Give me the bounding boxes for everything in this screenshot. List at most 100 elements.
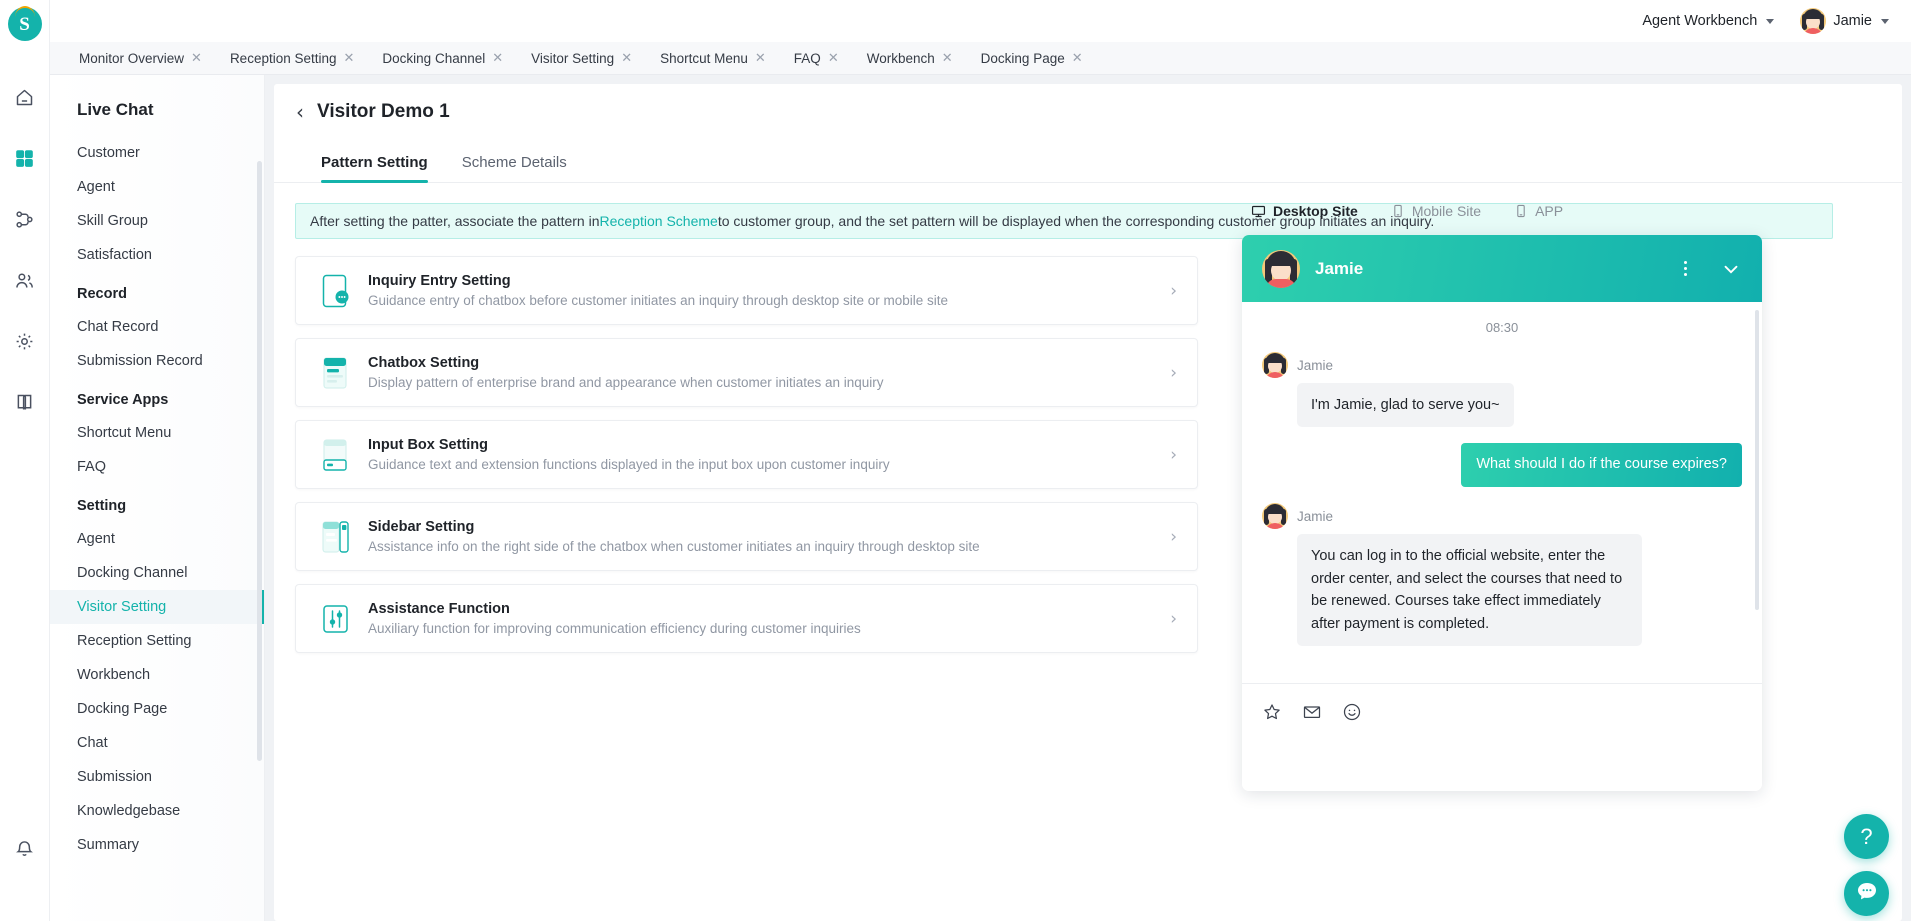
setting-card-assistance-function[interactable]: Assistance Function Auxiliary function fo… xyxy=(295,584,1198,653)
sidebar-item-faq[interactable]: FAQ xyxy=(50,450,264,484)
sidebar-item-customer[interactable]: Customer xyxy=(50,136,264,170)
settings-column: After setting the patter, associate the … xyxy=(274,183,1833,791)
workspace-tab[interactable]: Docking Page ✕ xyxy=(967,42,1097,75)
sidebar-item-shortcut-menu[interactable]: Shortcut Menu xyxy=(50,416,264,450)
sidebar-item-label: Chat Record xyxy=(77,319,159,335)
sidebar-item-workbench[interactable]: Workbench xyxy=(50,658,264,692)
page-title: Visitor Demo 1 xyxy=(317,101,450,122)
sidebar-item-agent[interactable]: Agent xyxy=(50,170,264,204)
setting-card-chatbox-setting[interactable]: Chatbox Setting Display pattern of enterp… xyxy=(295,338,1198,407)
workspace-tab[interactable]: Monitor Overview ✕ xyxy=(65,42,216,75)
emoji-icon[interactable] xyxy=(1342,702,1362,722)
workspace-switcher[interactable]: Agent Workbench xyxy=(1642,13,1775,29)
mobile-icon xyxy=(1391,204,1405,218)
close-icon[interactable]: ✕ xyxy=(942,52,953,65)
user-name: Jamie xyxy=(1833,13,1872,29)
chat-scrollbar[interactable] xyxy=(1755,310,1759,610)
sidebar-item-knowledgebase[interactable]: Knowledgebase xyxy=(50,794,264,828)
close-icon[interactable]: ✕ xyxy=(191,52,202,65)
workspace-tab-label: Docking Page xyxy=(980,50,1065,66)
close-icon[interactable]: ✕ xyxy=(344,52,355,65)
tab-scheme-details[interactable]: Scheme Details xyxy=(462,154,567,182)
reception-scheme-link[interactable]: Reception Scheme xyxy=(600,213,718,229)
chat-message-incoming: Jamie I'm Jamie, glad to serve you~ xyxy=(1262,352,1742,428)
sidebar-item-visitor-setting[interactable]: Visitor Setting xyxy=(50,590,264,624)
preview-tab-label: Desktop Site xyxy=(1273,203,1358,219)
chat-message-meta: Jamie xyxy=(1262,352,1742,378)
setting-card-title: Sidebar Setting xyxy=(368,519,475,535)
close-icon[interactable]: ✕ xyxy=(492,52,503,65)
chat-bubble-incoming: You can log in to the official website, … xyxy=(1297,534,1642,647)
apps-grid-icon[interactable] xyxy=(0,128,50,189)
collapse-chevron-icon[interactable] xyxy=(1712,258,1742,280)
sidebar-item-submission[interactable]: Submission xyxy=(50,760,264,794)
sidebar-item-label: Shortcut Menu xyxy=(77,425,172,441)
close-icon[interactable]: ✕ xyxy=(621,52,632,65)
chevron-right-icon[interactable]: › xyxy=(1170,527,1177,547)
chat-bubble-icon xyxy=(1855,879,1879,908)
setting-card-text: Inquiry Entry Setting Guidance entry of c… xyxy=(354,273,1170,308)
close-icon[interactable]: ✕ xyxy=(755,52,766,65)
user-menu[interactable]: Jamie xyxy=(1800,8,1889,34)
app-logo[interactable]: S xyxy=(7,6,42,41)
sidebar-item-label: Summary xyxy=(77,837,140,853)
sidebar-item-docking-channel[interactable]: Docking Channel xyxy=(50,556,264,590)
chevron-right-icon[interactable]: › xyxy=(1170,363,1177,383)
sliders-icon xyxy=(318,602,354,636)
chat-fab-button[interactable] xyxy=(1844,871,1889,916)
setting-card-description: Display pattern of enterprise brand and … xyxy=(368,375,884,390)
avatar xyxy=(1262,249,1300,288)
chevron-right-icon[interactable]: › xyxy=(1170,445,1177,465)
setting-card-sidebar-setting[interactable]: Sidebar Setting Assistance info on the ri… xyxy=(295,502,1198,571)
gear-icon[interactable] xyxy=(0,311,50,372)
workspace-tab[interactable]: Visitor Setting ✕ xyxy=(517,42,646,75)
sidebar-item-summary[interactable]: Summary xyxy=(50,828,264,862)
chat-input-area[interactable] xyxy=(1242,683,1762,791)
workspace-tab-label: Monitor Overview xyxy=(79,50,185,66)
workspace-tab[interactable]: Shortcut Menu ✕ xyxy=(646,42,780,75)
workspace-tab[interactable]: Docking Channel ✕ xyxy=(368,42,517,75)
tab-pattern-setting[interactable]: Pattern Setting xyxy=(321,154,428,183)
sidebar-item-docking-page[interactable]: Docking Page xyxy=(50,692,264,726)
preview-tab-desktop-site[interactable]: Desktop Site xyxy=(1251,203,1358,219)
sidebar-item-submission-record[interactable]: Submission Record xyxy=(50,344,264,378)
chevron-right-icon[interactable]: › xyxy=(1170,609,1177,629)
chat-widget-header: Jamie xyxy=(1242,235,1762,302)
workspace-tab[interactable]: Reception Setting ✕ xyxy=(216,42,368,75)
setting-card-input-box-setting[interactable]: Input Box Setting Guidance text and exten… xyxy=(295,420,1198,489)
setting-card-list: Inquiry Entry Setting Guidance entry of c… xyxy=(295,256,1198,653)
app-logo-letter: S xyxy=(19,13,30,35)
workspace-tab[interactable]: FAQ ✕ xyxy=(780,42,853,75)
preview-tab-app[interactable]: APP xyxy=(1514,203,1563,219)
sidebar-item-satisfaction[interactable]: Satisfaction xyxy=(50,238,264,272)
contacts-icon[interactable] xyxy=(0,250,50,311)
sidebar-item-reception-setting[interactable]: Reception Setting xyxy=(50,624,264,658)
setting-card-description: Guidance entry of chatbox before custome… xyxy=(368,293,949,308)
home-icon[interactable] xyxy=(0,67,50,128)
envelope-icon[interactable] xyxy=(1302,702,1322,722)
sidebar-item-chat[interactable]: Chat xyxy=(50,726,264,760)
sidebar-group-label: Setting xyxy=(77,498,127,514)
main-region: ‹ Visitor Demo 1 Pattern Setting Scheme D… xyxy=(265,75,1911,921)
close-icon[interactable]: ✕ xyxy=(828,52,839,65)
chat-message-incoming: Jamie You can log in to the official webs… xyxy=(1262,503,1742,647)
sidebar-item-skill-group[interactable]: Skill Group xyxy=(50,204,264,238)
messages-container: Jamie I'm Jamie, glad to serve you~ What s… xyxy=(1262,352,1742,647)
chevron-right-icon[interactable]: › xyxy=(1170,281,1177,301)
sidebar-scrollbar[interactable] xyxy=(257,161,262,761)
chat-bubble-incoming: I'm Jamie, glad to serve you~ xyxy=(1297,383,1514,428)
chevron-left-icon[interactable]: ‹ xyxy=(296,102,304,122)
book-icon[interactable] xyxy=(0,372,50,433)
preview-tab-mobile-site[interactable]: Mobile Site xyxy=(1391,203,1481,219)
workspace-tab[interactable]: Workbench ✕ xyxy=(853,42,967,75)
setting-card-inquiry-entry-setting[interactable]: Inquiry Entry Setting Guidance entry of c… xyxy=(295,256,1198,325)
more-options-icon[interactable] xyxy=(1674,261,1697,276)
close-icon[interactable]: ✕ xyxy=(1072,52,1083,65)
chat-message-sender: Jamie xyxy=(1297,508,1334,524)
help-fab-button[interactable]: ? xyxy=(1844,814,1889,859)
bell-icon[interactable] xyxy=(0,818,50,879)
star-icon[interactable] xyxy=(1262,702,1282,722)
sidebar-item-agent[interactable]: Agent xyxy=(50,522,264,556)
flow-icon[interactable] xyxy=(0,189,50,250)
sidebar-item-chat-record[interactable]: Chat Record xyxy=(50,310,264,344)
